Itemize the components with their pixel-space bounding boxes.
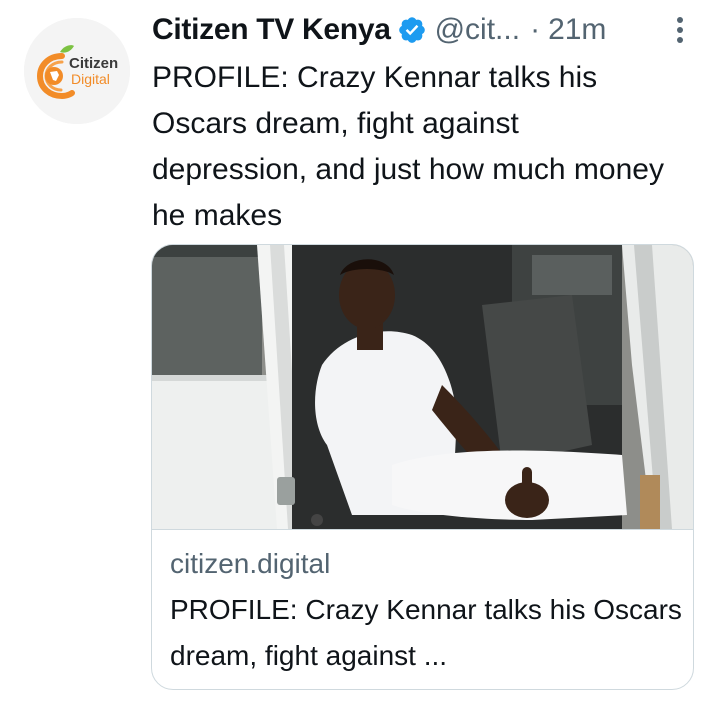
tweet[interactable]: Citizen Digital Citizen TV Kenya @cit...… bbox=[0, 0, 720, 709]
tweet-text: PROFILE: Crazy Kennar talks his Oscars d… bbox=[152, 61, 664, 232]
tweet-header: Citizen TV Kenya @cit... · 21m bbox=[152, 8, 697, 52]
more-vertical-icon[interactable] bbox=[672, 12, 688, 48]
tweet-timestamp[interactable]: 21m bbox=[548, 13, 606, 47]
link-preview-card[interactable]: citizen.digital PROFILE: Crazy Kennar ta… bbox=[151, 244, 694, 690]
logo-text-digital: Digital bbox=[71, 71, 110, 87]
card-title: PROFILE: Crazy Kennar talks his Oscars d… bbox=[170, 594, 682, 671]
logo-text-citizen: Citizen bbox=[69, 55, 118, 72]
header-separator: · bbox=[530, 13, 541, 46]
verified-badge-icon bbox=[397, 15, 427, 45]
author-name[interactable]: Citizen TV Kenya bbox=[152, 13, 391, 47]
car-photo bbox=[152, 245, 693, 529]
author-handle[interactable]: @cit... bbox=[435, 13, 520, 47]
card-image[interactable] bbox=[152, 245, 693, 529]
author-avatar[interactable]: Citizen Digital bbox=[24, 18, 130, 124]
citizen-digital-logo: Citizen Digital bbox=[24, 18, 130, 124]
card-domain: citizen.digital bbox=[170, 548, 331, 579]
card-divider bbox=[152, 529, 693, 530]
